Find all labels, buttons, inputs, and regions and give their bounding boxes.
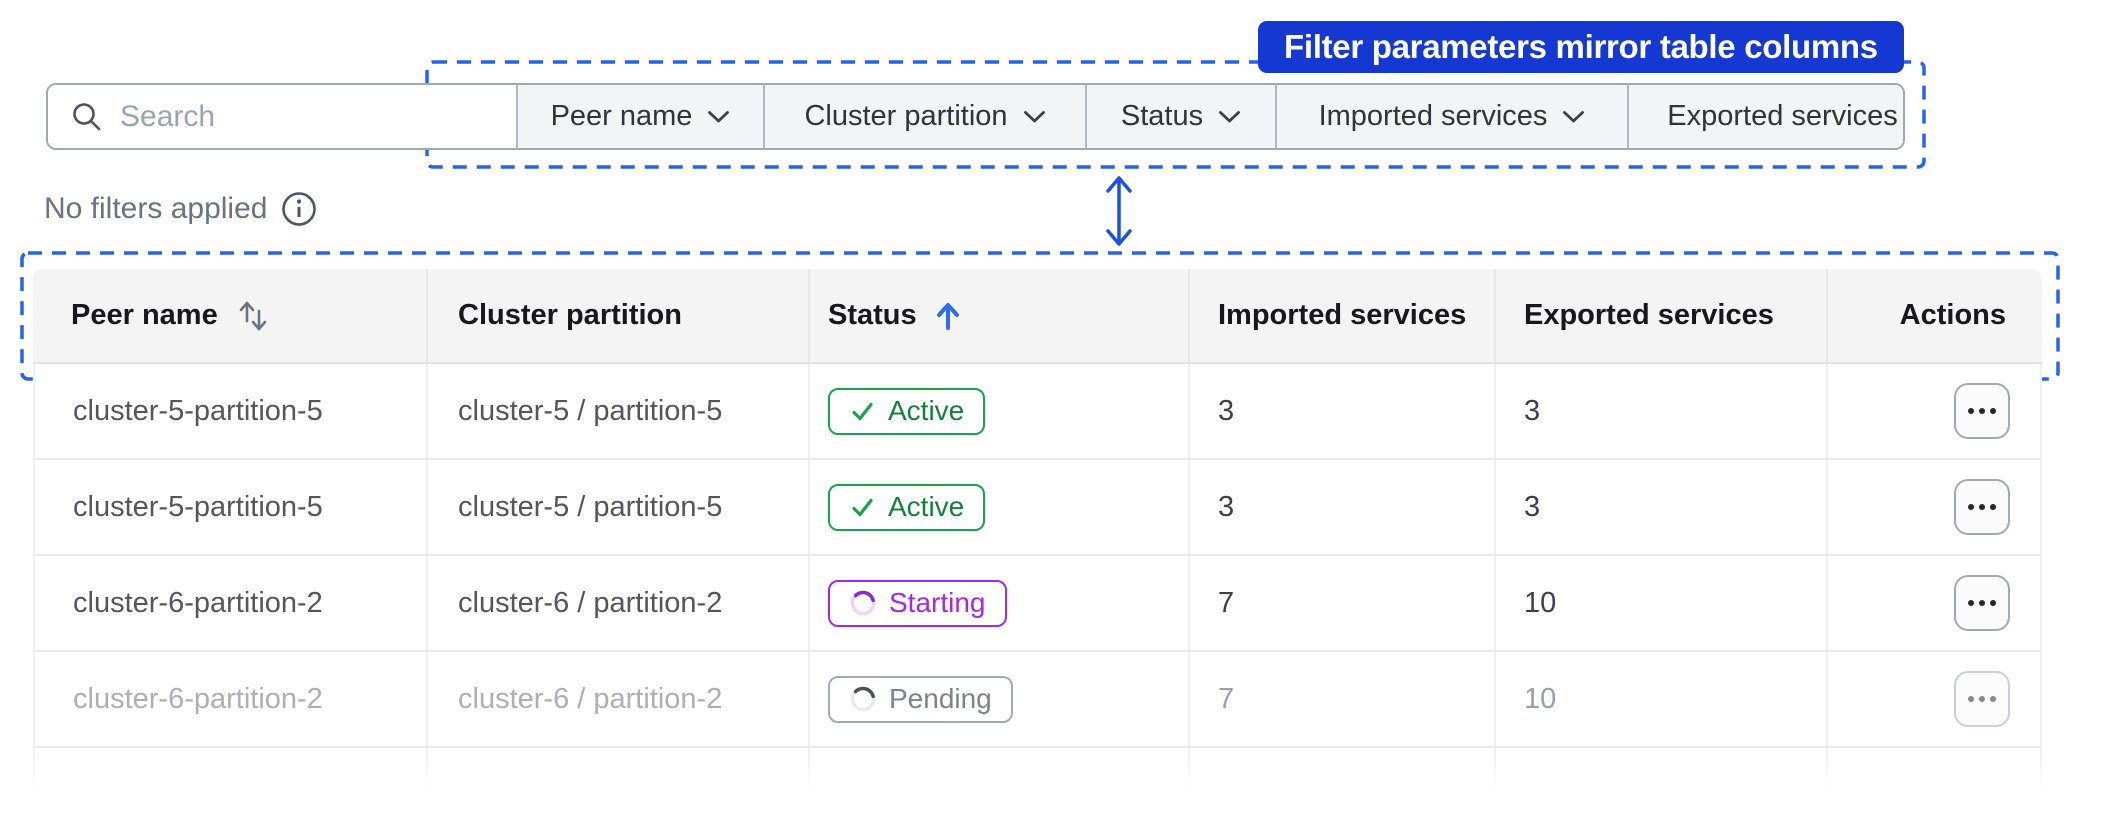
- search-icon: [73, 102, 101, 130]
- filter-dropdown-imported-services[interactable]: Imported services: [1275, 85, 1627, 148]
- sort-asc-icon: [936, 302, 959, 330]
- filter-bar: Peer name Cluster partition Status Imported…: [46, 83, 1905, 150]
- column-header-status[interactable]: Status: [810, 269, 1190, 362]
- column-header-exported-services[interactable]: Exported services: [1496, 269, 1828, 362]
- chevron-down-icon: [1219, 110, 1241, 122]
- search-box[interactable]: [48, 85, 516, 148]
- filter-dropdown-label: Peer name: [550, 100, 693, 132]
- chevron-down-icon: [1563, 110, 1585, 122]
- filter-dropdown-exported-services[interactable]: Exported services: [1627, 85, 1903, 148]
- column-header-label: Cluster partition: [458, 299, 682, 331]
- chevron-down-icon: [708, 110, 730, 122]
- row-actions-button[interactable]: [1954, 479, 2010, 535]
- status-badge: Pending: [828, 675, 1013, 723]
- column-header-imported-services[interactable]: Imported services: [1190, 269, 1496, 362]
- cell-status: Active: [810, 460, 1190, 554]
- status-badge-label: Pending: [889, 683, 992, 714]
- search-input[interactable]: [104, 99, 516, 134]
- filter-dropdown-label: Exported services: [1667, 100, 1898, 132]
- table-row: cluster-6-partition-2 cluster-6 / partiti…: [35, 556, 2040, 652]
- cell-imported-services: 3: [1190, 460, 1496, 554]
- mirror-link-arrow-icon: [1106, 176, 1132, 246]
- cell-imported-services: 3: [1190, 364, 1496, 458]
- filter-dropdown-status[interactable]: Status: [1085, 85, 1275, 148]
- cell-cluster-partition: cluster-6 / partition-2: [428, 556, 810, 650]
- column-header-cluster-partition[interactable]: Cluster partition: [428, 269, 810, 362]
- spinner-icon: [850, 686, 876, 712]
- cell-cluster-partition: cluster-5 / partition-5: [428, 364, 810, 458]
- info-icon[interactable]: [280, 190, 318, 228]
- table-row: cluster-5-partition-5 cluster-5 / partiti…: [35, 460, 2040, 556]
- cell-exported-services: 10: [1496, 652, 1828, 746]
- row-actions-button[interactable]: [1954, 383, 2010, 439]
- cell-exported-services: 10: [1496, 556, 1828, 650]
- ellipsis-icon: [1968, 408, 1996, 414]
- ellipsis-icon: [1968, 600, 1996, 606]
- filter-dropdown-label: Cluster partition: [804, 100, 1008, 132]
- status-badge-label: Active: [888, 395, 965, 426]
- status-badge-label: Active: [888, 491, 965, 522]
- column-header-label: Status: [828, 299, 917, 331]
- cell-status: Starting: [810, 556, 1190, 650]
- spinner-icon: [850, 590, 876, 616]
- cell-peer-name: cluster-6-partition-2: [35, 556, 428, 650]
- cell-imported-services: 7: [1190, 652, 1496, 746]
- column-header-label: Actions: [1899, 299, 2006, 331]
- cell-actions: [1828, 556, 2038, 650]
- cell-cluster-partition: cluster-5 / partition-5: [428, 460, 810, 554]
- status-badge: Starting: [828, 579, 1007, 627]
- cell-imported-services: 7: [1190, 556, 1496, 650]
- cell-cluster-partition: cluster-6 / partition-2: [428, 652, 810, 746]
- status-badge-label: Starting: [889, 587, 986, 618]
- filter-dropdown-label: Imported services: [1318, 100, 1548, 132]
- column-header-label: Exported services: [1524, 299, 1774, 331]
- check-icon: [852, 402, 873, 420]
- row-actions-button[interactable]: [1954, 671, 2010, 727]
- filter-dropdown-peer-name[interactable]: Peer name: [516, 85, 763, 148]
- ellipsis-icon: [1968, 696, 1996, 702]
- table-row: cluster-6-partition-2 cluster-6 / partiti…: [35, 652, 2040, 748]
- cell-peer-name: cluster-6-partition-2: [35, 652, 428, 746]
- sort-both-icon: [239, 301, 267, 330]
- filter-dropdown-cluster-partition[interactable]: Cluster partition: [763, 85, 1085, 148]
- status-badge: Active: [828, 483, 986, 531]
- cell-actions: [1828, 364, 2038, 458]
- cell-peer-name: cluster-5-partition-5: [35, 460, 428, 554]
- status-badge: Active: [828, 387, 986, 435]
- table-row: cluster-5-partition-5 cluster-5 / partiti…: [35, 364, 2040, 460]
- filter-status: No filters applied: [44, 190, 318, 228]
- cell-exported-services: 3: [1496, 364, 1828, 458]
- cell-actions: [1828, 652, 2038, 746]
- cell-status: Pending: [810, 652, 1190, 746]
- cell-peer-name: cluster-5-partition-5: [35, 364, 428, 458]
- column-header-label: Peer name: [71, 299, 218, 331]
- chevron-down-icon: [1023, 110, 1045, 122]
- peers-table: Peer name Cluster partition Status Imported…: [21, 269, 2070, 816]
- filter-status-text: No filters applied: [44, 192, 268, 225]
- column-header-peer-name[interactable]: Peer name: [33, 269, 428, 362]
- table-body: cluster-5-partition-5 cluster-5 / partiti…: [33, 364, 2042, 792]
- cell-status: Active: [810, 364, 1190, 458]
- cell-actions: [1828, 460, 2038, 554]
- annotation-banner: Filter parameters mirror table columns: [1258, 21, 1904, 73]
- column-header-label: Imported services: [1218, 299, 1467, 331]
- cell-exported-services: 3: [1496, 460, 1828, 554]
- column-header-actions[interactable]: Actions: [1828, 269, 2042, 362]
- page: Filter parameters mirror table columns P…: [0, 0, 2118, 816]
- ellipsis-icon: [1968, 504, 1996, 510]
- filter-dropdown-label: Status: [1120, 100, 1204, 132]
- row-actions-button[interactable]: [1954, 575, 2010, 631]
- table-header-row: Peer name Cluster partition Status Imported…: [33, 269, 2042, 364]
- table-fade: [21, 748, 2070, 816]
- check-icon: [852, 498, 873, 516]
